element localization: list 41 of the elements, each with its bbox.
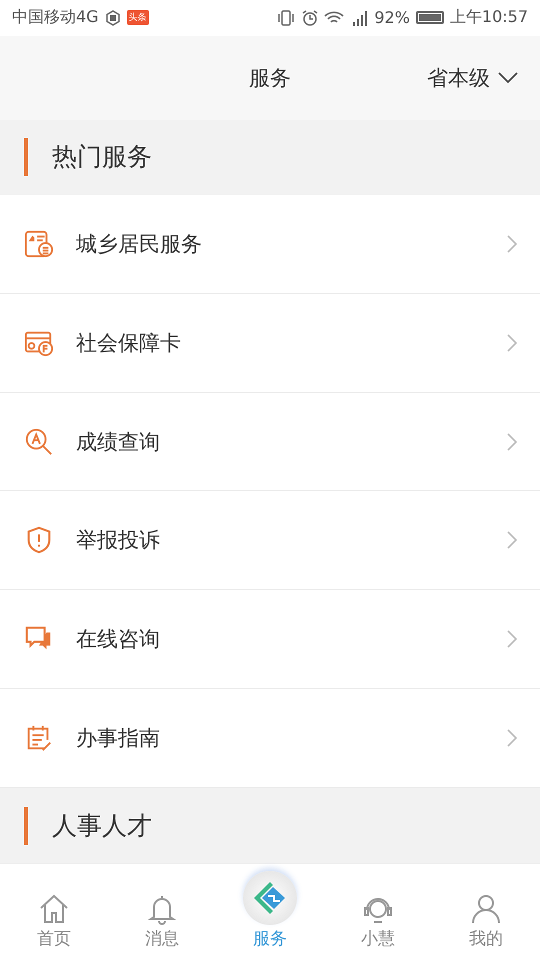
service-label: 成绩查询 — [76, 428, 161, 456]
section-title: 热门服务 — [24, 138, 152, 176]
service-item[interactable]: 成绩查询 — [0, 392, 540, 492]
signal-icon — [350, 10, 368, 26]
service-item[interactable]: 社会保障卡 — [0, 294, 540, 393]
region-dropdown[interactable]: 省本级 — [427, 64, 518, 92]
chevron-right-icon — [506, 432, 518, 451]
service-label: 举报投诉 — [76, 527, 161, 554]
person-icon — [470, 893, 502, 925]
service-item[interactable]: 城乡居民服务 — [0, 194, 540, 294]
logo-icon — [243, 871, 297, 925]
tab-item[interactable]: 首页 — [0, 864, 108, 960]
home-icon — [38, 893, 70, 925]
chevron-right-icon — [506, 729, 518, 748]
chevron-right-icon — [506, 234, 518, 253]
service-label: 办事指南 — [76, 725, 161, 752]
service-label: 城乡居民服务 — [76, 230, 203, 258]
service-label: 社会保障卡 — [76, 330, 182, 357]
service-item[interactable]: 在线咨询 — [0, 590, 540, 690]
battery-icon — [416, 11, 444, 24]
service-item[interactable]: 举报投诉 — [0, 491, 540, 590]
tab-item[interactable]: 小慧 — [324, 864, 432, 960]
id-card-icon — [24, 228, 54, 259]
section-title: 人事人才 — [24, 806, 152, 845]
chevron-right-icon — [506, 630, 518, 648]
page-title: 服务 — [249, 64, 291, 92]
chevron-right-icon — [506, 334, 518, 352]
vibrate-icon — [276, 10, 296, 26]
clock-text: 上午10:57 — [450, 7, 528, 28]
alarm-icon — [302, 10, 318, 26]
carrier-text: 中国移动4G — [12, 7, 99, 28]
app-badge: 头条 — [126, 10, 149, 26]
battery-text: 92% — [374, 8, 410, 28]
search-icon — [24, 426, 54, 457]
app-icon — [104, 10, 121, 26]
chevron-right-icon — [506, 531, 518, 550]
tab-item[interactable]: 消息 — [108, 864, 216, 960]
tab-item[interactable]: 我的 — [432, 864, 540, 960]
bell-icon — [146, 893, 178, 925]
service-label: 在线咨询 — [76, 626, 161, 654]
chevron-down-icon — [498, 72, 518, 84]
